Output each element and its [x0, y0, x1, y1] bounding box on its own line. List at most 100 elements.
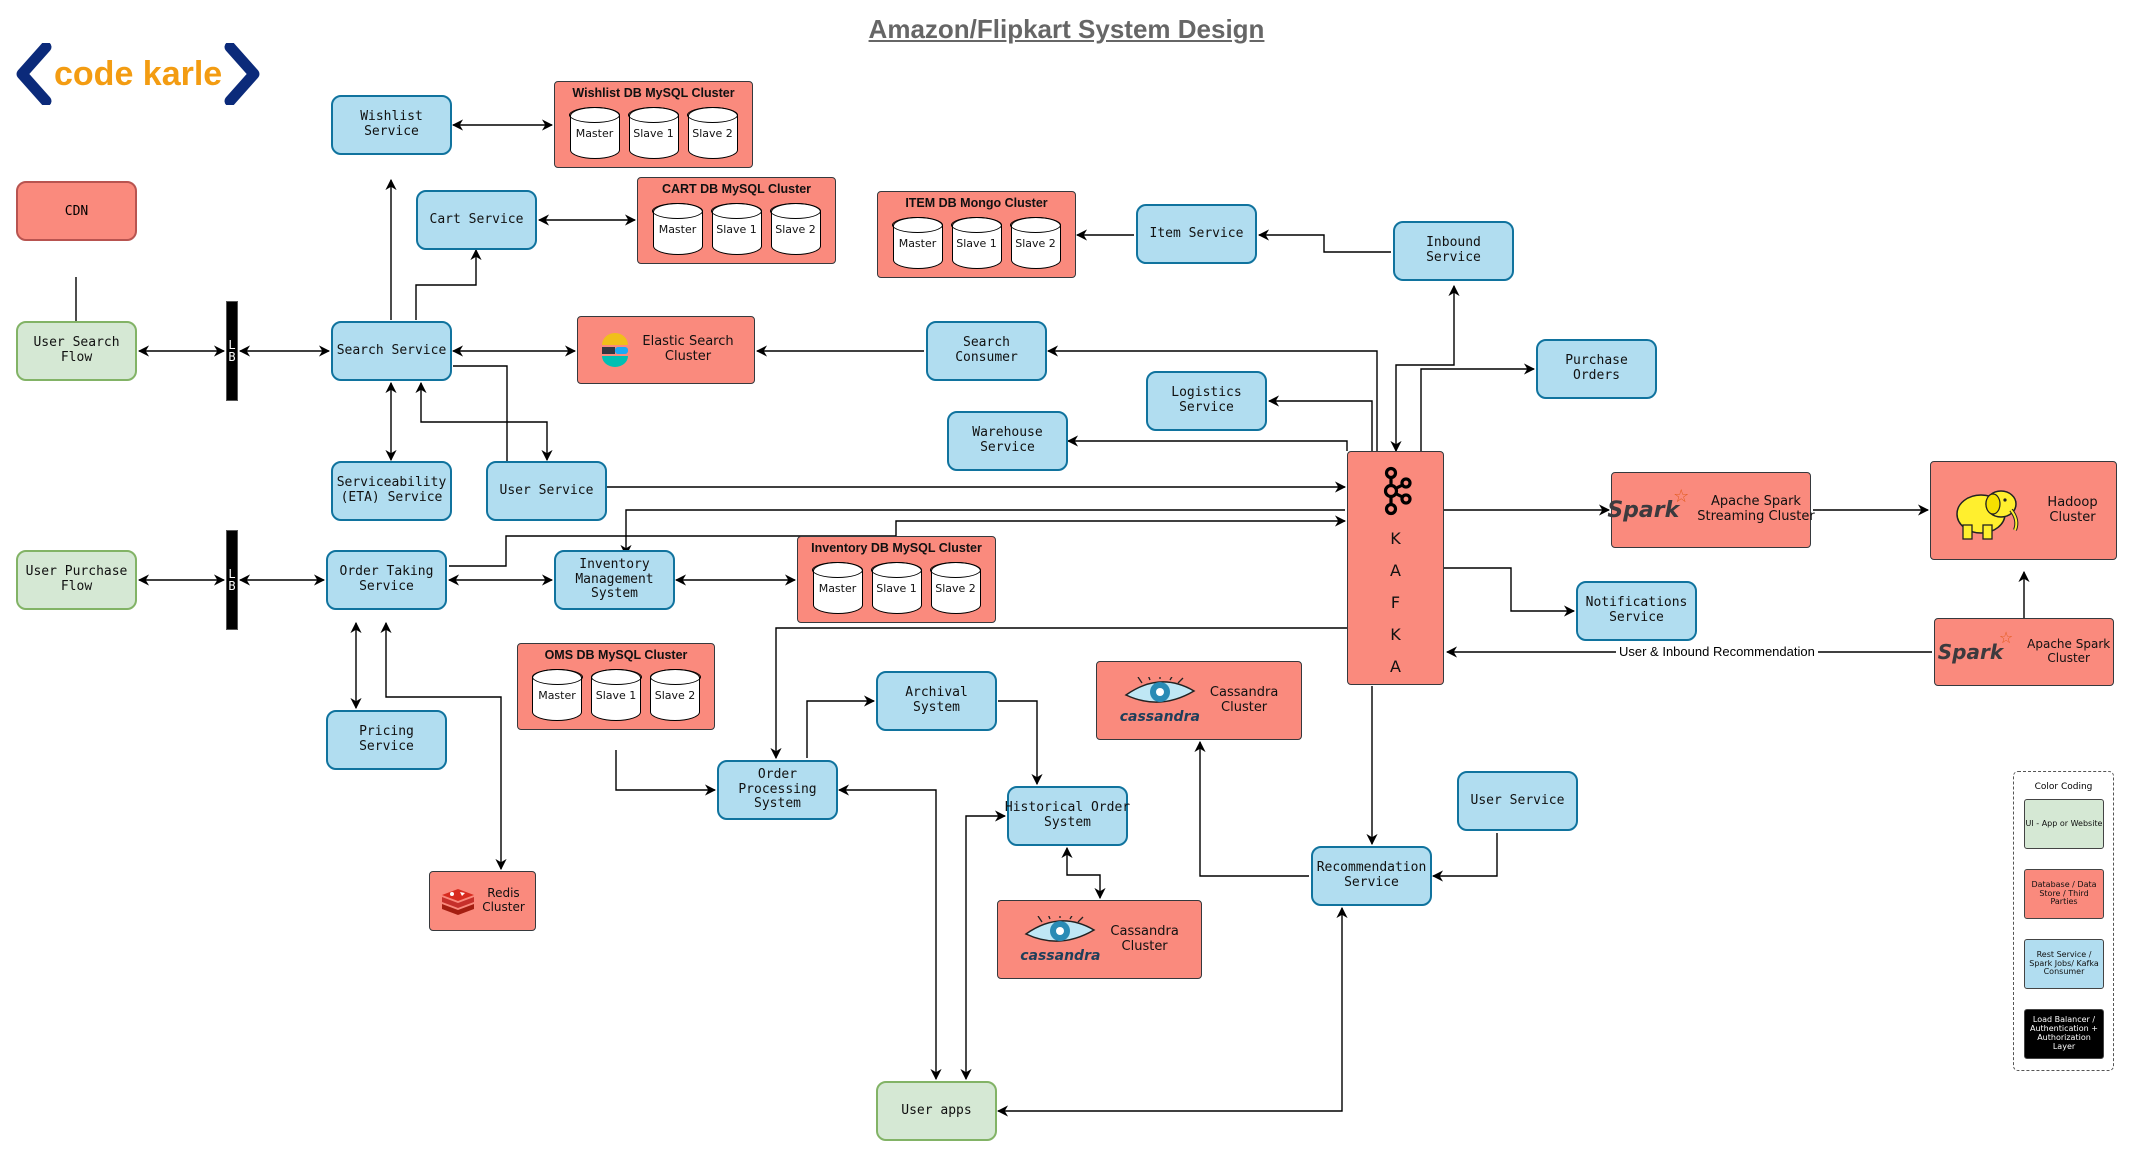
- elastic-search-cluster[interactable]: Elastic Search Cluster: [577, 316, 755, 384]
- edge-kafka-logistics: [1267, 395, 1373, 451]
- db-node-icon: Slave 1: [951, 217, 1002, 269]
- cluster-title: Inventory DB MySQL Cluster: [811, 541, 982, 555]
- hadoop-cluster[interactable]: Hadoop Cluster: [1930, 461, 2117, 560]
- cart-service-label: Cart Service: [429, 211, 524, 227]
- cart-service-node[interactable]: Cart Service: [416, 190, 537, 250]
- search-consumer-node[interactable]: Search Consumer: [926, 321, 1047, 381]
- spark-cluster[interactable]: Spark ☆ Apache Spark Cluster: [1934, 618, 2114, 686]
- kafka-letter: A: [1390, 657, 1401, 676]
- edge-kafka-notifications: [1444, 567, 1576, 617]
- wishlist-db-cluster[interactable]: Wishlist DB MySQL Cluster Master Slave 1 S…: [554, 81, 753, 168]
- edge-recommendation-cassandra1: [1194, 740, 1309, 877]
- archival-system-label: Archival System: [905, 685, 968, 715]
- inventory-db-cluster[interactable]: Inventory DB MySQL Cluster Master Slave 1…: [797, 536, 996, 623]
- cart-db-cluster[interactable]: CART DB MySQL Cluster Master Slave 1 Slave…: [637, 177, 836, 264]
- db-node-icon: Slave 2: [649, 669, 701, 721]
- purchase-orders-node[interactable]: Purchase Orders: [1536, 339, 1657, 399]
- recommendation-service-node[interactable]: Recommendation Service: [1311, 846, 1432, 906]
- db-node-icon: Slave 1: [871, 562, 922, 614]
- cassandra-cluster-reco[interactable]: cassandra Cassandra Cluster: [1096, 661, 1302, 740]
- db-node-icon: Slave 2: [930, 562, 981, 614]
- user-service-reco-label: User Service: [1470, 792, 1565, 808]
- legend-item-ui: UI - App or Website: [2024, 799, 2104, 849]
- db-node-label: Master: [818, 581, 857, 595]
- spark-icon: Spark ☆: [1937, 628, 2014, 664]
- cluster-title: ITEM DB Mongo Cluster: [905, 196, 1048, 210]
- db-node-label: Slave 2: [692, 126, 733, 140]
- spark-streaming-cluster[interactable]: Spark ☆ Apache Spark Streaming Cluster: [1607, 472, 1815, 548]
- item-service-label: Item Service: [1149, 225, 1244, 241]
- db-node-label: Master: [538, 688, 576, 702]
- db-node-label: Master: [898, 236, 937, 250]
- db-node-label: Slave 1: [956, 236, 997, 250]
- user-service-reco-node[interactable]: User Service: [1457, 771, 1578, 831]
- load-balancer-purchase[interactable]: LB: [226, 530, 238, 630]
- db-node-label: Slave 2: [935, 581, 976, 595]
- inbound-service-label: Inbound Service: [1426, 235, 1481, 265]
- user-purchase-flow-node[interactable]: User Purchase Flow: [16, 550, 137, 610]
- pricing-service-label: Pricing Service: [359, 724, 414, 754]
- pricing-service-node[interactable]: Pricing Service: [326, 710, 447, 770]
- db-node-label: Master: [575, 126, 614, 140]
- inventory-management-label: Inventory Management System: [575, 556, 654, 602]
- spark-icon: Spark ☆: [1607, 485, 1690, 523]
- cdn-node[interactable]: CDN: [16, 181, 137, 241]
- item-service-node[interactable]: Item Service: [1136, 204, 1257, 264]
- wishlist-service-label: Wishlist Service: [360, 109, 423, 139]
- kafka-node[interactable]: K A F K A: [1347, 451, 1444, 685]
- db-node-icon: Master: [569, 107, 620, 159]
- item-db-cluster[interactable]: ITEM DB Mongo Cluster Master Slave 1 Slave…: [877, 191, 1076, 278]
- oms-db-cluster[interactable]: OMS DB MySQL Cluster Master Slave 1 Slave …: [517, 643, 715, 730]
- edge-archival-historical: [998, 700, 1043, 786]
- db-node-icon: Master: [892, 217, 943, 269]
- logistics-service-node[interactable]: Logistics Service: [1146, 371, 1267, 431]
- db-node-label: Slave 1: [633, 126, 674, 140]
- inbound-service-node[interactable]: Inbound Service: [1393, 221, 1514, 281]
- legend-title: Color Coding: [2034, 782, 2093, 792]
- db-node-icon: Slave 1: [628, 107, 679, 159]
- order-processing-node[interactable]: Order Processing System: [717, 760, 838, 820]
- db-node-icon: Slave 2: [687, 107, 738, 159]
- archival-system-node[interactable]: Archival System: [876, 671, 997, 731]
- db-node-icon: Slave 2: [1010, 217, 1061, 269]
- user-apps-label: User apps: [901, 1102, 972, 1118]
- search-service-node[interactable]: Search Service: [331, 321, 452, 381]
- cassandra-cluster-label: Cassandra Cluster: [1110, 923, 1179, 954]
- edge-kafka-warehouse: [1066, 435, 1348, 451]
- search-consumer-label: Search Consumer: [955, 335, 1018, 365]
- user-service-search-node[interactable]: User Service: [486, 461, 607, 521]
- warehouse-service-node[interactable]: Warehouse Service: [947, 411, 1068, 471]
- spark-cluster-label: Apache Spark Cluster: [2027, 637, 2111, 665]
- db-node-label: Master: [658, 222, 697, 236]
- inventory-management-node[interactable]: Inventory Management System: [554, 550, 675, 610]
- elasticsearch-icon: [602, 333, 629, 367]
- db-node-icon: Master: [531, 669, 583, 721]
- redis-cluster[interactable]: Redis Cluster: [429, 871, 536, 931]
- user-purchase-flow-label: User Purchase Flow: [25, 564, 128, 594]
- notifications-service-node[interactable]: Notifications Service: [1576, 581, 1697, 641]
- elastic-search-label: Elastic Search Cluster: [642, 334, 734, 364]
- db-node-label: Slave 1: [716, 222, 757, 236]
- load-balancer-search[interactable]: LB: [226, 301, 238, 401]
- serviceability-service-node[interactable]: Serviceability (ETA) Service: [331, 461, 452, 521]
- user-service-search-label: User Service: [499, 482, 594, 498]
- cassandra-cluster-history[interactable]: cassandra Cassandra Cluster: [997, 900, 1202, 979]
- legend-item-database: Database / Data Store / Third Parties: [2024, 869, 2104, 919]
- edge-omsdb-orderprocessing: [615, 750, 717, 796]
- edge-kafka-purchaseorders: [1420, 363, 1536, 451]
- kafka-letter: K: [1390, 529, 1401, 548]
- historical-order-node[interactable]: Historical Order System: [1005, 786, 1130, 846]
- search-service-label: Search Service: [336, 342, 447, 358]
- purchase-orders-label: Purchase Orders: [1565, 353, 1628, 383]
- edge-userservice-recommendation: [1431, 833, 1498, 882]
- user-search-flow-node[interactable]: User Search Flow: [16, 321, 137, 381]
- user-apps-node[interactable]: User apps: [876, 1081, 997, 1141]
- wishlist-service-node[interactable]: Wishlist Service: [331, 95, 452, 155]
- color-legend: Color Coding UI - App or Website Databas…: [2013, 771, 2114, 1071]
- db-node-label: Slave 2: [654, 688, 696, 702]
- notifications-service-label: Notifications Service: [1585, 595, 1688, 625]
- lb-letter: B: [228, 579, 236, 593]
- edge-userapps-orderprocessing: [837, 784, 942, 1081]
- order-taking-service-node[interactable]: Order Taking Service: [326, 550, 447, 610]
- cluster-title: OMS DB MySQL Cluster: [544, 648, 688, 662]
